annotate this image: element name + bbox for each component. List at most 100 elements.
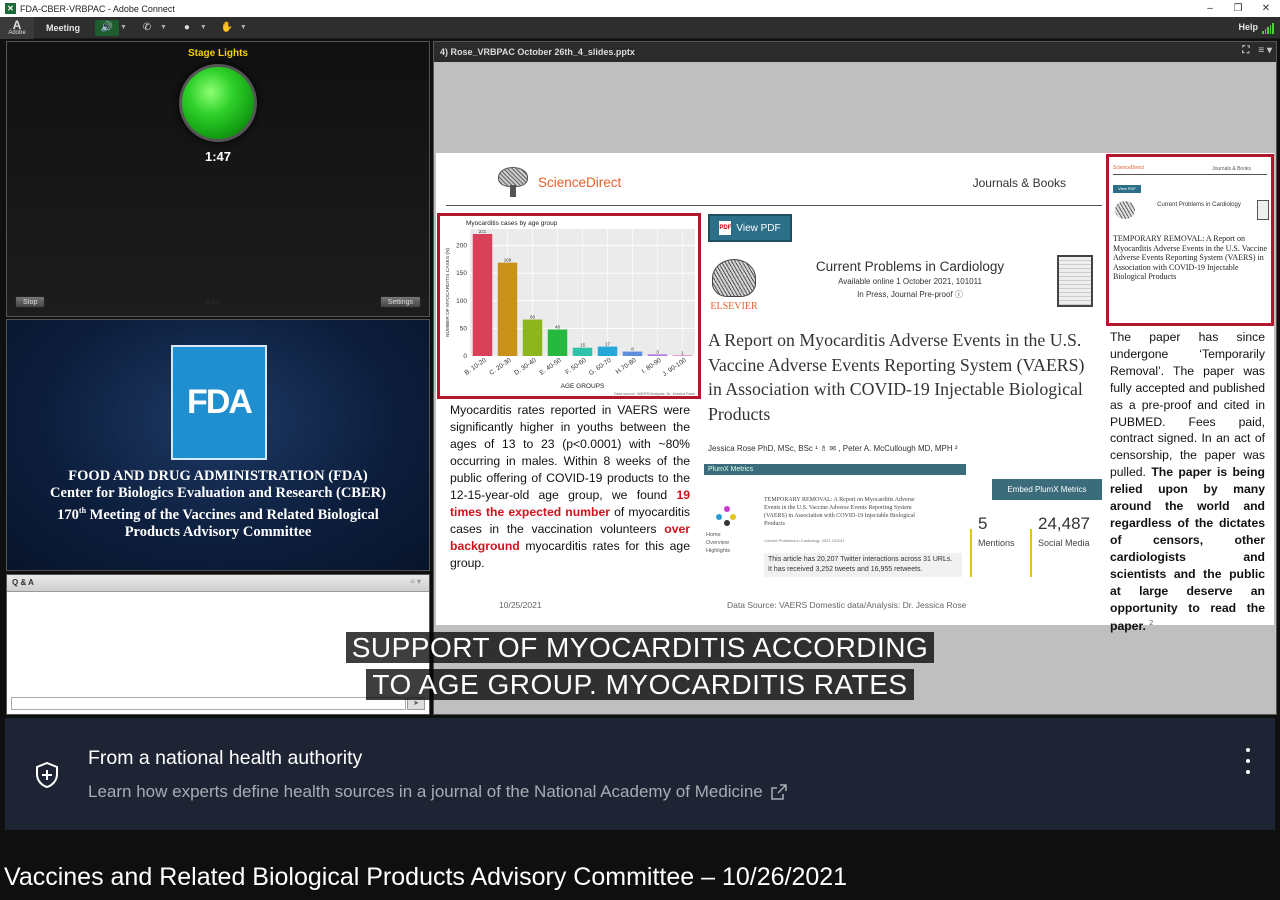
- article-authors: Jessica Rose PhD, MSc, BSc ¹ ♗ ✉ , Peter…: [708, 444, 958, 453]
- qa-title: Q & A: [12, 578, 34, 587]
- phone-dropdown-icon[interactable]: ▼: [160, 24, 167, 31]
- share-pod-header: 4) Rose_VRBPAC October 26th_4_slides.ppt…: [434, 42, 1276, 62]
- plumx-icon: [716, 506, 738, 528]
- bar-f-50-60: [572, 347, 593, 356]
- y-tick-label: 150: [456, 270, 467, 277]
- bar-value-label: 15: [580, 343, 586, 348]
- thumb-journal-name: Current Problems in Cardiology: [1157, 202, 1241, 208]
- pod-menu-icon[interactable]: ≡ ▾: [410, 577, 421, 586]
- x-tick-label: J. 90-100: [661, 357, 688, 378]
- journal-press: In Press, Journal Pre-proof ⓘ: [857, 290, 963, 299]
- slide-date: 10/25/2021: [499, 600, 542, 610]
- fda-logo: FDA: [171, 345, 267, 460]
- chart-title: Myocarditis cases by age group: [466, 220, 558, 227]
- bar-g-60-70: [597, 346, 618, 356]
- y-tick-label: 200: [456, 243, 467, 250]
- embed-plumx-button: Embed PlumX Metrics: [992, 479, 1102, 500]
- journal-info: Current Problems in Cardiology Available…: [772, 259, 1048, 300]
- restore-button[interactable]: ❐: [1224, 0, 1252, 17]
- journal-cover-image: [1057, 255, 1093, 307]
- stop-button[interactable]: Stop: [15, 296, 46, 308]
- bar-chart-svg: Myocarditis cases by age group 0 50 100 150 2…: [445, 220, 695, 396]
- minimize-button[interactable]: –: [1196, 0, 1224, 17]
- bar-value-label: 66: [530, 315, 536, 320]
- close-button[interactable]: ✕: [1252, 0, 1280, 17]
- pod-options-icon[interactable]: ≡ ▾: [1258, 45, 1272, 56]
- x-tick-label: D. 30-40: [513, 357, 538, 377]
- journals-books-link: Journals & Books: [972, 176, 1066, 190]
- webcam-icon[interactable]: ●: [175, 20, 199, 36]
- elsevier-tree-icon: [712, 259, 756, 297]
- raise-hand-icon[interactable]: ✋: [215, 20, 239, 36]
- x-tick-label: B. 10-20: [463, 357, 487, 377]
- bar-d-30-40: [522, 319, 543, 356]
- window-controls: – ❐ ✕: [1196, 0, 1280, 17]
- journal-online: Available online 1 October 2021, 101011: [838, 277, 982, 286]
- bar-i-80-90: [647, 354, 668, 356]
- article-title: A Report on Myocarditis Adverse Events i…: [708, 330, 1085, 424]
- findings-text: Myocarditis rates reported in VAERS were…: [450, 403, 690, 570]
- journal-name: Current Problems in Cardiology: [815, 259, 1005, 274]
- fda-line-2: Center for Biologics Evaluation and Rese…: [50, 485, 386, 501]
- removal-explanation: The paper has since undergone ‘Temporari…: [1110, 330, 1265, 634]
- thumb-cover-image: [1257, 200, 1269, 220]
- plumx-side-nav: Home Overview Highlights: [706, 531, 730, 555]
- chart-source-note: Data source: VAERS/Analysis: Dr. Jessica…: [614, 392, 695, 396]
- pdf-icon: PDF: [719, 221, 732, 235]
- thumb-elsevier-icon: [1115, 201, 1135, 219]
- thumb-view-pdf: View PDF: [1113, 185, 1141, 193]
- share-pod-controls: ⛶ ≡ ▾: [1242, 45, 1272, 56]
- nav-home: Home: [706, 532, 721, 538]
- thumb-header: ScienceDirect Journals & Books: [1113, 165, 1267, 175]
- y-tick-label: 100: [456, 298, 467, 305]
- elapsed-status: 0:0:0: [207, 300, 221, 306]
- qa-header: Q & A ≡ ▾: [7, 575, 429, 592]
- help-menu[interactable]: Help: [1238, 22, 1258, 32]
- share-pod-title: 4) Rose_VRBPAC October 26th_4_slides.ppt…: [440, 47, 635, 57]
- shield-plus-icon: [36, 762, 58, 788]
- nav-overview: Overview: [706, 540, 729, 546]
- mentions-metric: 5 Mentions: [978, 514, 1015, 548]
- status-dropdown-icon[interactable]: ▼: [240, 24, 247, 31]
- twitter-interactions: This article has 20,207 Twitter interact…: [764, 553, 962, 577]
- thumb-temporary-removal-title: TEMPORARY REMOVAL: A Report on Myocardit…: [1113, 234, 1268, 282]
- stage-lights-pod: Stage Lights 1:47 Stop 0:0:0 Settings: [6, 41, 430, 317]
- social-media-metric: 24,487 Social Media: [1038, 514, 1090, 548]
- bar-value-label: 221: [479, 229, 487, 234]
- health-source-link[interactable]: Learn how experts define health sources …: [88, 782, 787, 802]
- view-pdf-button: PDF View PDF: [708, 214, 792, 242]
- x-axis-label: AGE GROUPS: [561, 383, 605, 390]
- health-source-panel[interactable]: From a national health authority Learn h…: [5, 718, 1275, 830]
- removed-article-thumbnail: ScienceDirect Journals & Books View PDF …: [1106, 154, 1274, 326]
- connect-toolbar: A Adobe Meeting 🔊 ▼ ✆ ▼ ● ▼ ✋ ▼ Help: [0, 16, 1280, 39]
- sciencedirect-logo: ScienceDirect: [496, 167, 621, 197]
- myocarditis-chart: Myocarditis cases by age group 0 50 100 150 2…: [437, 213, 701, 399]
- x-tick-label: C. 20-30: [488, 357, 513, 377]
- presentation-slide: ScienceDirect Journals & Books Myocardit…: [436, 153, 1274, 633]
- webcam-dropdown-icon[interactable]: ▼: [200, 24, 207, 31]
- fullscreen-icon[interactable]: ⛶: [1242, 45, 1249, 56]
- bar-c-20-30: [497, 262, 518, 356]
- slide-data-source: Data Source: VAERS Domestic data/Analysi…: [727, 600, 967, 610]
- speaker-dropdown-icon[interactable]: ▼: [120, 24, 127, 31]
- share-pod: 4) Rose_VRBPAC October 26th_4_slides.ppt…: [433, 41, 1277, 715]
- settings-button[interactable]: Settings: [379, 296, 421, 308]
- phone-icon[interactable]: ✆: [135, 20, 159, 36]
- plumx-article-source: Current Problems in Cardiology, 2021 101…: [764, 538, 845, 543]
- countdown-timer: 1:47: [204, 149, 232, 164]
- window-title: FDA-CBER-VRBPAC - Adobe Connect: [20, 3, 175, 14]
- sciencedirect-name: ScienceDirect: [538, 174, 622, 190]
- speaker-icon[interactable]: 🔊: [95, 19, 120, 36]
- x-tick-label: I. 80-90: [641, 357, 663, 376]
- elsevier-tree-icon: [496, 167, 530, 197]
- fda-line-4: Products Advisory Committee: [124, 523, 312, 540]
- fda-line-1: FOOD AND DRUG ADMINISTRATION (FDA): [68, 468, 368, 484]
- connection-signal-icon: [1262, 23, 1274, 34]
- adobe-a-icon: A: [12, 17, 22, 32]
- fda-line-3: 170th Meeting of the Vaccines and Relate…: [57, 506, 379, 523]
- x-tick-label: E. 40-50: [538, 357, 562, 377]
- meeting-menu[interactable]: Meeting: [34, 23, 92, 33]
- bar-value-label: 17: [605, 342, 611, 347]
- more-options-icon[interactable]: [1243, 748, 1253, 774]
- app-icon: ✕: [5, 3, 16, 14]
